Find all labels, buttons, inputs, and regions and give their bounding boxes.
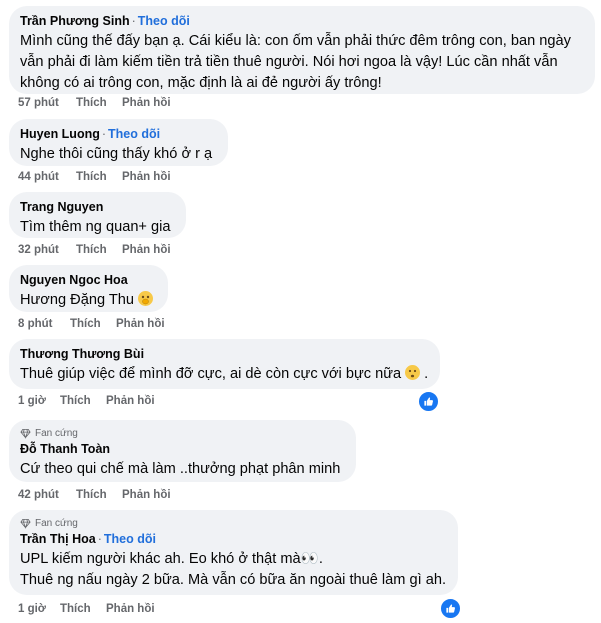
- like-reaction-icon[interactable]: [417, 390, 440, 413]
- diamond-icon: [20, 428, 31, 439]
- comment-author[interactable]: Thương Thương Bùi: [20, 347, 144, 361]
- reply-button[interactable]: Phản hồi: [122, 97, 171, 109]
- like-button[interactable]: Thích: [76, 244, 122, 256]
- diamond-icon: [20, 518, 31, 529]
- frowning-face-icon: [405, 365, 421, 380]
- comment-actions: 42 phút Thích Phản hồi: [18, 489, 171, 501]
- comment-text: Thuê giúp việc để mình đỡ cực, ai dè còn…: [20, 365, 429, 382]
- like-button[interactable]: Thích: [76, 97, 122, 109]
- like-button[interactable]: Thích: [76, 489, 122, 501]
- comment-bubble: Trần Phương Sinh · Theo dõi Mình cũng thế …: [9, 6, 595, 94]
- comment-author[interactable]: Huyen Luong: [20, 127, 100, 141]
- comment-time[interactable]: 1 giờ: [18, 603, 60, 615]
- comment-time[interactable]: 44 phút: [18, 171, 76, 183]
- comment-text: Nghe thôi cũng thấy khó ở r ạ: [20, 146, 213, 162]
- comment-time[interactable]: 57 phút: [18, 97, 76, 109]
- reply-button[interactable]: Phản hồi: [106, 603, 155, 615]
- comment-actions: 1 giờ Thích Phản hồi: [18, 395, 155, 407]
- comment-text: Hương Đặng Thu: [20, 290, 157, 311]
- comment-author[interactable]: Trần Phương Sinh: [20, 14, 130, 28]
- comment-bubble: Huyen Luong · Theo dõi Nghe thôi cũng thấy…: [9, 119, 228, 166]
- comment-time[interactable]: 32 phút: [18, 244, 76, 256]
- like-button[interactable]: Thích: [76, 171, 122, 183]
- face-with-hand-over-mouth-icon: [138, 291, 153, 306]
- comment-text: Tìm thêm ng quan+ gia: [20, 219, 171, 235]
- comment-bubble: Thương Thương Bùi Thuê giúp việc để mình…: [9, 339, 440, 389]
- comment-bubble: Fan cứng Trần Thị Hoa · Theo dõi UPL kiếm …: [9, 510, 458, 595]
- comment-text: Cứ theo qui chế mà làm ..thưởng phạt phâ…: [20, 461, 341, 477]
- comment-author[interactable]: Đỗ Thanh Toàn: [20, 442, 110, 456]
- comment-author[interactable]: Trần Thị Hoa: [20, 532, 96, 546]
- like-button[interactable]: Thích: [70, 318, 116, 330]
- reply-button[interactable]: Phản hồi: [106, 395, 155, 407]
- comment-author[interactable]: Trang Nguyen: [20, 200, 103, 214]
- comment-actions: 8 phút Thích Phản hồi: [18, 318, 165, 330]
- top-fan-badge: Fan cứng: [20, 427, 345, 440]
- comment-text: Mình cũng thế đấy bạn ạ. Cái kiểu là: co…: [20, 33, 571, 91]
- comment-actions: 57 phút Thích Phản hồi: [18, 97, 171, 109]
- comment-bubble: Fan cứng Đỗ Thanh Toàn Cứ theo qui chế m…: [9, 420, 356, 482]
- reply-button[interactable]: Phản hồi: [116, 318, 165, 330]
- like-button[interactable]: Thích: [60, 395, 106, 407]
- comment-author[interactable]: Nguyen Ngoc Hoa: [20, 273, 128, 287]
- comment-time[interactable]: 1 giờ: [18, 395, 60, 407]
- comment-text: UPL kiếm người khác ah. Eo khó ở thật mà…: [20, 551, 447, 588]
- reply-button[interactable]: Phản hồi: [122, 244, 171, 256]
- like-button[interactable]: Thích: [60, 603, 106, 615]
- comment-bubble: Trang Nguyen Tìm thêm ng quan+ gia: [9, 192, 186, 238]
- comment-actions: 32 phút Thích Phản hồi: [18, 244, 171, 256]
- comment-actions: 1 giờ Thích Phản hồi: [18, 603, 155, 615]
- reply-button[interactable]: Phản hồi: [122, 489, 171, 501]
- mentioned-user-tag[interactable]: Hương Đặng Thu: [20, 292, 134, 308]
- follow-link[interactable]: Theo dõi: [104, 532, 156, 546]
- comment-time[interactable]: 42 phút: [18, 489, 76, 501]
- follow-link[interactable]: Theo dõi: [108, 127, 160, 141]
- like-reaction-icon[interactable]: [439, 597, 462, 620]
- comment-bubble: Nguyen Ngoc Hoa Hương Đặng Thu: [9, 265, 168, 312]
- follow-link[interactable]: Theo dõi: [138, 14, 190, 28]
- comment-actions: 44 phút Thích Phản hồi: [18, 171, 171, 183]
- top-fan-badge: Fan cứng: [20, 517, 447, 530]
- reply-button[interactable]: Phản hồi: [122, 171, 171, 183]
- comment-time[interactable]: 8 phút: [18, 318, 70, 330]
